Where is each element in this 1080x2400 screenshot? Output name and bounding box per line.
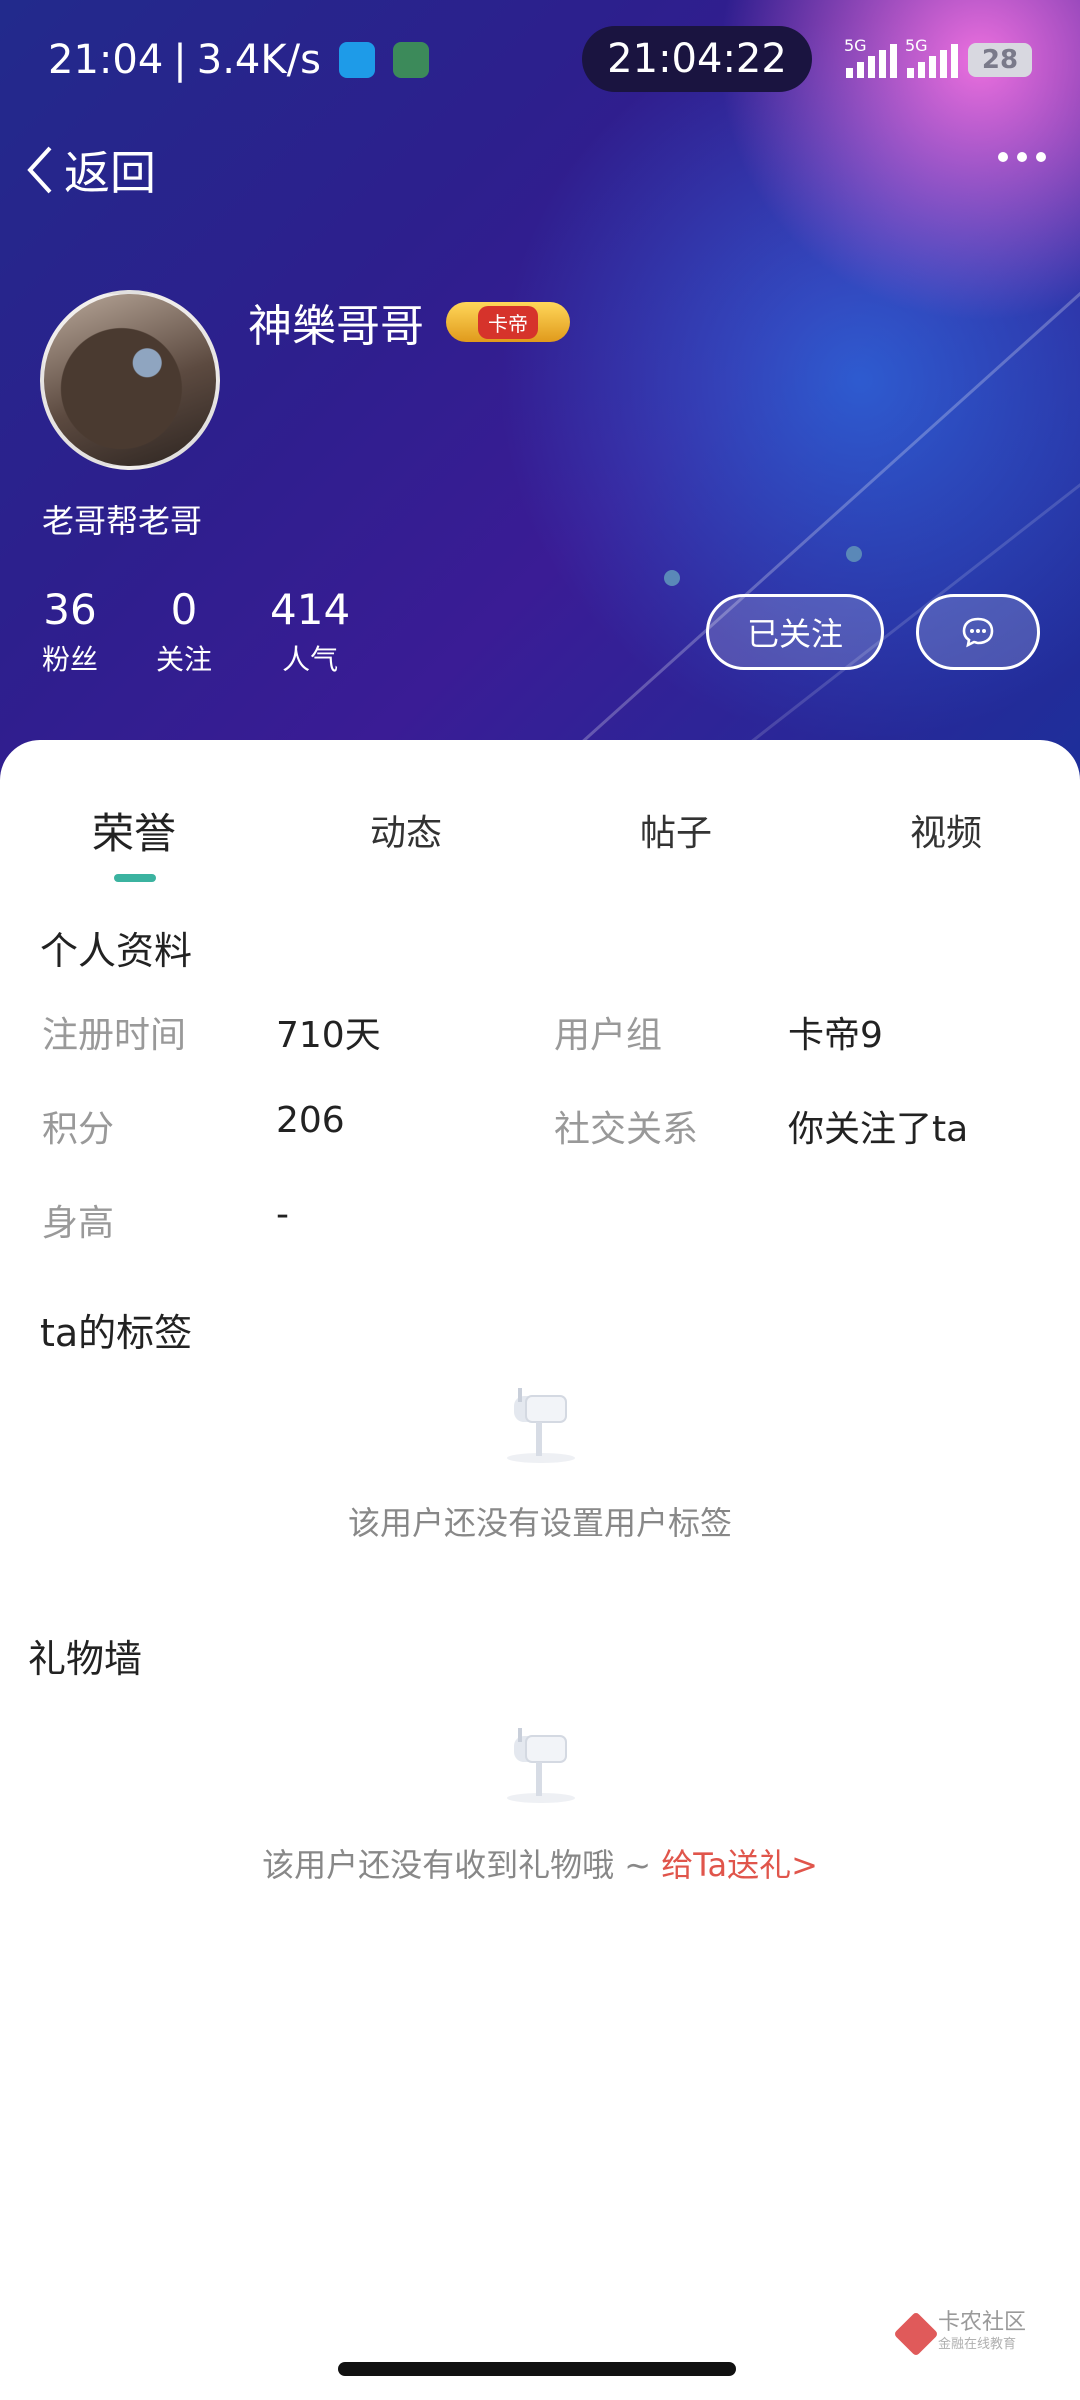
tab-honor[interactable]: 荣誉	[92, 800, 176, 861]
field-label: 身高	[42, 1203, 115, 1244]
status-speed: 3.4K/s	[196, 37, 321, 83]
avatar[interactable]	[40, 290, 220, 470]
signal-icon: 5G	[905, 36, 958, 78]
field-value: 你关注了ta	[788, 1109, 969, 1150]
watermark-name: 卡农社区	[938, 2310, 1027, 2335]
back-label: 返回	[64, 146, 156, 200]
app-notification-icon	[338, 42, 375, 78]
follow-button[interactable]: 已关注	[706, 594, 884, 670]
chat-bubble-icon	[962, 617, 994, 648]
personal-info-title: 个人资料	[40, 929, 193, 973]
more-icon[interactable]	[998, 152, 1046, 162]
watermark-sub: 金融在线教育	[938, 2337, 1017, 2352]
stat-popularity[interactable]: 414 人气	[270, 586, 350, 678]
back-button[interactable]: 返回	[24, 137, 156, 203]
top-nav: 返回	[24, 130, 1056, 210]
field-label: 注册时间	[42, 1015, 187, 1056]
kanong-logo-icon	[893, 2311, 939, 2357]
send-gift-link[interactable]: 给Ta送礼>	[661, 1846, 818, 1884]
status-bar: 21:04 | 3.4K/s 21:04:22 5G 5G 28	[48, 26, 1032, 92]
field-value: 710天	[276, 1015, 381, 1056]
decor-dot	[664, 570, 680, 586]
field-value: 卡帝9	[788, 1015, 883, 1056]
field-value: 206	[276, 1100, 345, 1141]
message-button[interactable]	[916, 594, 1040, 670]
profile-header: 21:04 | 3.4K/s 21:04:22 5G 5G 28 返回 神樂哥哥…	[0, 0, 1080, 780]
tab-bar: 荣誉 动态 帖子 视频	[0, 800, 1080, 880]
gifts-empty-text: 该用户还没有收到礼物哦 ~	[262, 1846, 662, 1884]
avatar-notification-icon	[392, 42, 429, 78]
tab-activity[interactable]: 动态	[370, 804, 442, 856]
decor-dot	[846, 546, 862, 562]
tab-indicator	[114, 874, 156, 882]
field-label: 积分	[42, 1109, 115, 1150]
field-label: 社交关系	[554, 1109, 699, 1150]
empty-mailbox-icon	[507, 1728, 575, 1803]
signal-icon: 5G	[844, 36, 897, 78]
chevron-left-icon	[27, 146, 52, 194]
content-card: 荣誉 动态 帖子 视频 个人资料 注册时间 710天 用户组 卡帝9 积分 20…	[0, 740, 1080, 2400]
gift-wall-title: 礼物墙	[28, 1637, 143, 1681]
username: 神樂哥哥	[248, 301, 424, 352]
gifts-empty-row: 该用户还没有收到礼物哦 ~ 给Ta送礼>	[0, 1840, 1080, 1886]
bio: 老哥帮老哥	[42, 502, 203, 540]
battery-icon: 28	[968, 43, 1032, 77]
clock-pill: 21:04:22	[582, 26, 812, 92]
field-value: -	[276, 1194, 289, 1235]
tab-posts[interactable]: 帖子	[640, 804, 712, 856]
watermark: 卡农社区 金融在线教育	[893, 2310, 1027, 2357]
field-label: 用户组	[554, 1015, 663, 1056]
level-badge: 卡帝	[446, 302, 570, 342]
profile-stats: 36 粉丝 0 关注 414 人气	[42, 586, 408, 678]
empty-mailbox-icon	[507, 1388, 575, 1463]
tab-videos[interactable]: 视频	[910, 804, 982, 856]
status-time: 21:04	[48, 37, 164, 83]
stat-fans[interactable]: 36 粉丝	[42, 586, 98, 678]
tags-empty-text: 该用户还没有设置用户标签	[347, 1504, 732, 1542]
home-indicator[interactable]	[338, 2362, 736, 2376]
stat-following[interactable]: 0 关注	[156, 586, 212, 678]
tags-title: ta的标签	[40, 1311, 193, 1355]
